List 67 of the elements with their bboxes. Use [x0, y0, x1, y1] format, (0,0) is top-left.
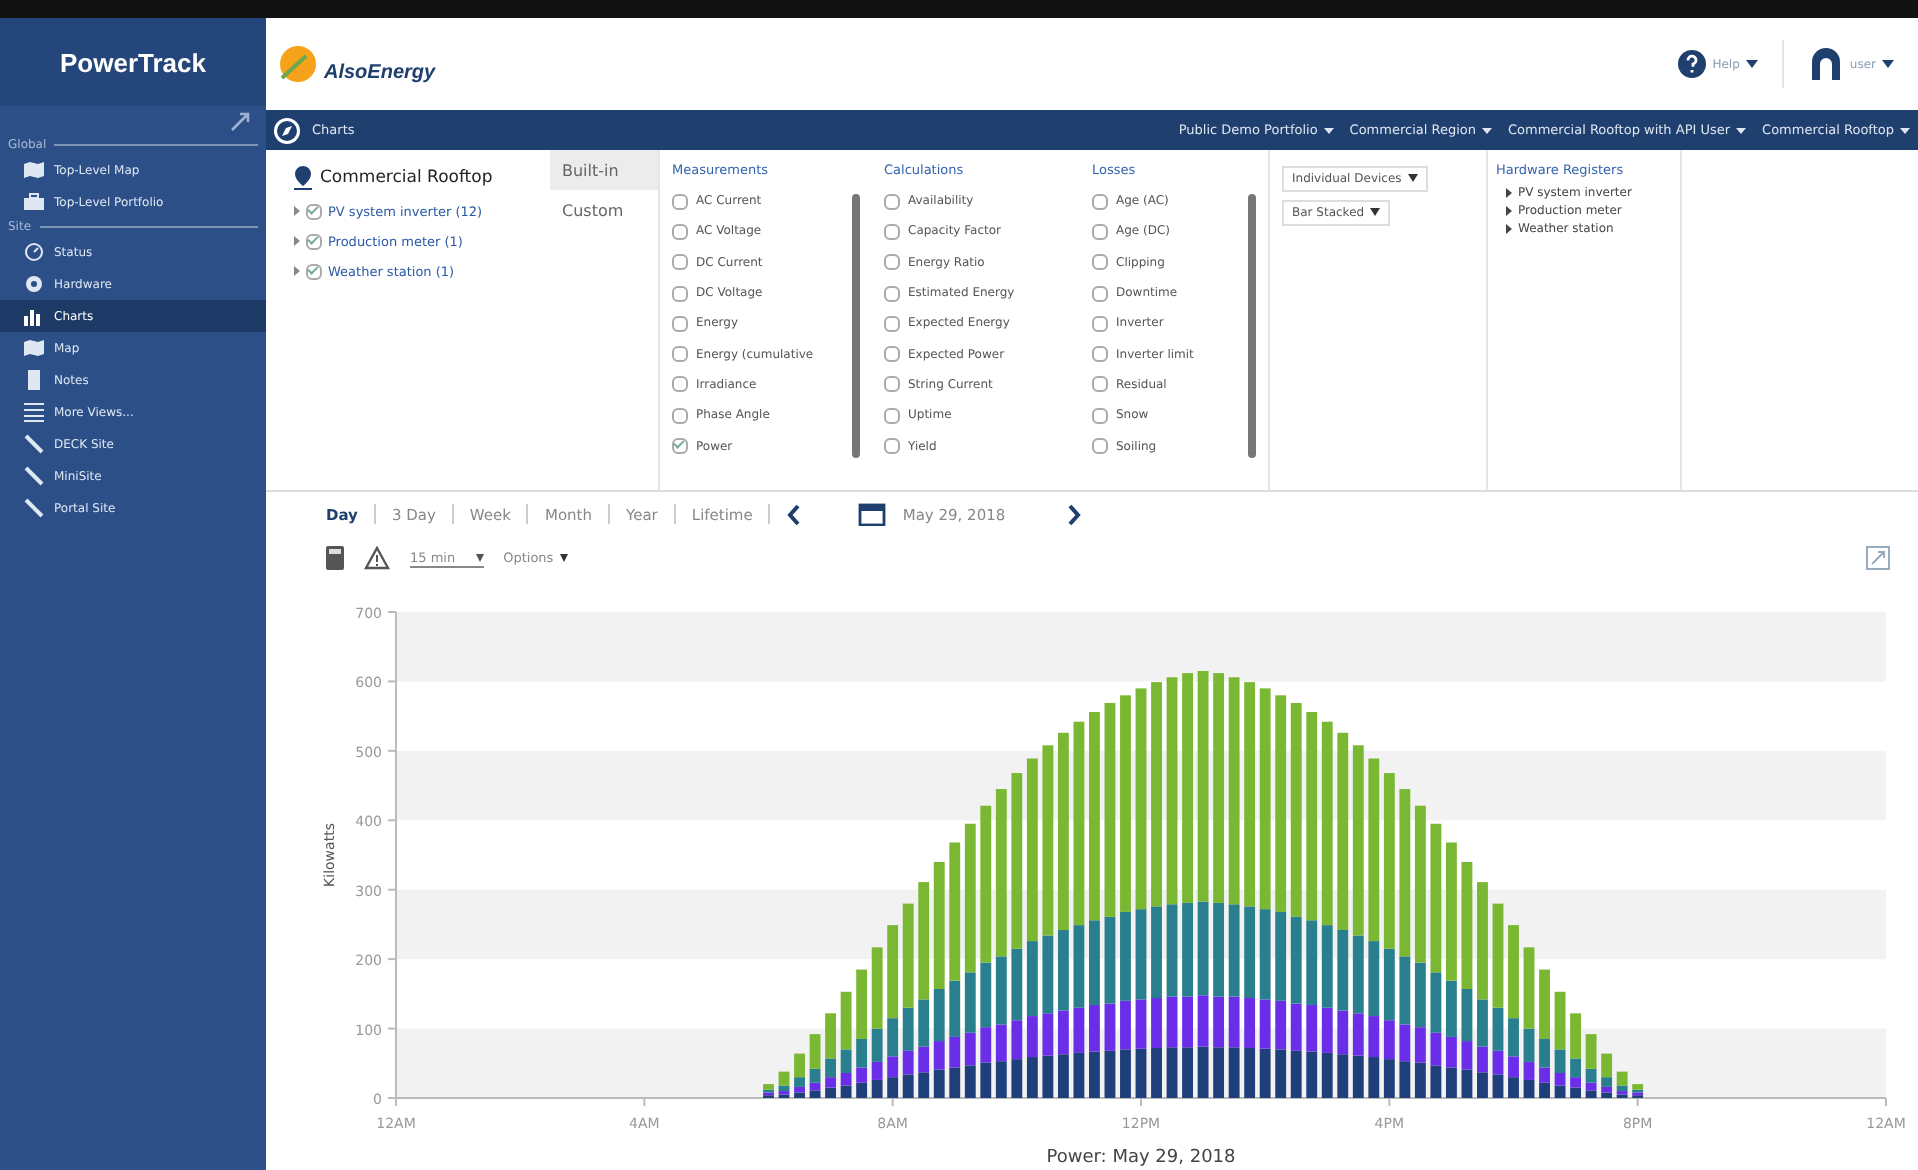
- checkbox[interactable]: [1092, 438, 1108, 455]
- checkbox[interactable]: [672, 193, 688, 210]
- map-icon: [24, 160, 44, 180]
- warning-icon[interactable]: [364, 546, 390, 570]
- checkbox[interactable]: [672, 285, 688, 302]
- checkbox[interactable]: [1092, 346, 1108, 363]
- checkbox[interactable]: [884, 376, 900, 393]
- checkbox[interactable]: [1092, 285, 1108, 302]
- caret-icon: [1882, 60, 1894, 68]
- checkbox[interactable]: [1092, 193, 1108, 210]
- tab[interactable]: Built-in: [550, 150, 658, 190]
- scrollbar[interactable]: [852, 194, 860, 458]
- checkbox[interactable]: [1092, 376, 1108, 393]
- checkbox[interactable]: [672, 438, 688, 455]
- caret-icon: [1323, 127, 1334, 134]
- caret-icon: [1482, 127, 1492, 134]
- location-pin-icon: [294, 166, 312, 190]
- tab[interactable]: Custom: [550, 190, 658, 230]
- list-icon: [24, 402, 44, 422]
- map-icon: [24, 338, 44, 358]
- avatar-icon: [1807, 46, 1844, 82]
- next-icon[interactable]: [1065, 503, 1082, 525]
- checkbox[interactable]: [306, 233, 322, 249]
- checkbox[interactable]: [306, 263, 322, 279]
- checkbox[interactable]: [884, 254, 900, 271]
- checkbox[interactable]: [884, 193, 900, 210]
- calendar-icon[interactable]: [858, 502, 887, 526]
- previous-icon[interactable]: [786, 503, 803, 525]
- checkbox[interactable]: [1092, 254, 1108, 271]
- caret-icon: [475, 553, 484, 562]
- gear-icon: [24, 274, 44, 294]
- checkbox[interactable]: [672, 315, 688, 332]
- checkbox[interactable]: [1092, 315, 1108, 332]
- caret-icon: [1407, 174, 1418, 183]
- checkbox[interactable]: [884, 223, 900, 240]
- chart-title: Power: May 29, 2018: [1046, 1148, 1236, 1168]
- help-icon: [1678, 50, 1707, 78]
- bar-chart-icon: [24, 306, 44, 326]
- company-logo[interactable]: AlsoEnergy: [324, 62, 436, 84]
- calculator-icon[interactable]: [326, 546, 344, 570]
- caret-icon: [1736, 127, 1747, 134]
- checkbox[interactable]: [672, 376, 688, 393]
- checkbox[interactable]: [884, 438, 900, 455]
- caret-icon: [1370, 208, 1381, 217]
- scrollbar[interactable]: [1248, 194, 1256, 458]
- checkbox[interactable]: [884, 346, 900, 363]
- checkbox[interactable]: [884, 407, 900, 424]
- caret-icon: [1745, 60, 1758, 68]
- note-icon: [24, 370, 44, 390]
- caret-icon: [559, 554, 568, 563]
- sun-logo-icon: [278, 44, 322, 84]
- checkbox[interactable]: [306, 203, 322, 219]
- checkbox[interactable]: [1092, 407, 1108, 424]
- briefcase-icon: [24, 192, 44, 212]
- checkbox[interactable]: [884, 285, 900, 302]
- checkbox[interactable]: [1092, 223, 1108, 240]
- checkbox[interactable]: [672, 407, 688, 424]
- compass-icon: [274, 117, 300, 143]
- caret-icon: [1900, 127, 1910, 134]
- app-title: PowerTrack: [0, 18, 266, 106]
- gauge-icon: [24, 242, 44, 262]
- checkbox[interactable]: [884, 315, 900, 332]
- site-name: Commercial Rooftop: [320, 168, 493, 188]
- collapse-icon[interactable]: [230, 112, 250, 132]
- checkbox[interactable]: [672, 254, 688, 271]
- checkbox[interactable]: [672, 346, 688, 363]
- checkbox[interactable]: [672, 223, 688, 240]
